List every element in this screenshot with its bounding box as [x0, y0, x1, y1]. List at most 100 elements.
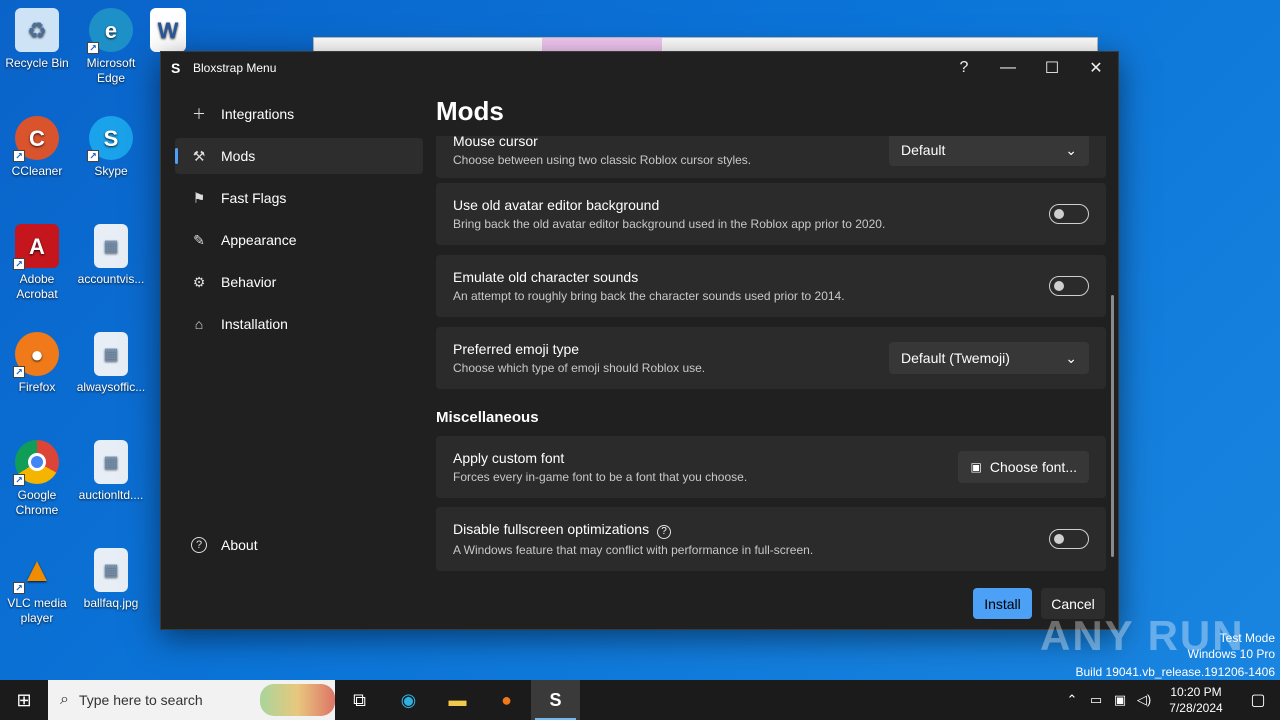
- chrome-icon: ↗: [13, 440, 59, 486]
- firefox-taskbar-icon[interactable]: ●: [482, 680, 531, 720]
- desktop-icon-file[interactable]: ▦ ballfaq.jpg: [74, 548, 148, 611]
- desktop-icon-file[interactable]: ▦ auctionltd....: [74, 440, 148, 503]
- skype-icon: S ↗: [87, 116, 133, 162]
- setting-description: Bring back the old avatar editor backgro…: [453, 217, 886, 231]
- desktop-icon-file[interactable]: ▦ alwaysoffic...: [74, 332, 148, 395]
- os-test-mode: Test Mode: [1219, 631, 1275, 645]
- clock-date: 7/28/2024: [1169, 701, 1223, 715]
- setting-card-emoji-type: Preferred emoji type Choose which type o…: [436, 327, 1106, 389]
- desktop-icon-label: Skype: [94, 164, 128, 178]
- notification-icon[interactable]: ▢: [1236, 690, 1280, 710]
- close-button[interactable]: ✕: [1074, 52, 1118, 84]
- desktop-icon-vlc[interactable]: ▲ ↗ VLC media player: [0, 548, 74, 626]
- setting-description: An attempt to roughly bring back the cha…: [453, 289, 845, 303]
- shortcut-arrow-icon: ↗: [87, 42, 99, 54]
- ccleaner-icon: C ↗: [13, 116, 59, 162]
- choose-font-button[interactable]: ▣ Choose font...: [958, 451, 1089, 483]
- desktop-icon-skype[interactable]: S ↗ Skype: [74, 116, 148, 179]
- character-sounds-toggle[interactable]: [1049, 276, 1089, 296]
- info-icon[interactable]: ?: [656, 525, 671, 539]
- sidebar-item-mods[interactable]: ⚒ Mods: [175, 138, 423, 174]
- desktop-icon-recycle-bin[interactable]: ♻ Recycle Bin: [0, 8, 74, 71]
- windows-start-icon[interactable]: ⊞: [0, 680, 48, 720]
- edge-icon: e ↗: [87, 8, 133, 54]
- desktop-icon-label: VLC media player: [7, 596, 67, 625]
- desktop-icon-word[interactable]: W: [148, 8, 188, 56]
- install-button[interactable]: Install: [973, 588, 1032, 619]
- desktop-icon-file[interactable]: ▦ accountvis...: [74, 224, 148, 287]
- maximize-button[interactable]: ☐: [1030, 52, 1074, 84]
- desktop-icon-label: accountvis...: [77, 272, 145, 286]
- shortcut-arrow-icon: ↗: [13, 474, 25, 486]
- sidebar: ＋ Integrations ⚒ Mods ⚑ Fast Flags ✎ App…: [175, 96, 423, 553]
- setting-title: Mouse cursor: [453, 136, 538, 149]
- shortcut-arrow-icon: ↗: [13, 582, 25, 594]
- desktop-icon-label: Microsoft Edge: [86, 56, 136, 85]
- bloxstrap-taskbar-icon[interactable]: S: [531, 680, 580, 720]
- image-file-icon: ▦: [94, 440, 128, 484]
- mouse-cursor-dropdown[interactable]: Default ⌄: [889, 136, 1089, 166]
- title-bar[interactable]: S Bloxstrap Menu ? — ☐ ✕: [161, 52, 1118, 84]
- dropdown-value: Default (Twemoji): [901, 350, 1010, 366]
- tools-icon: ⚒: [192, 147, 206, 164]
- taskbar-clock[interactable]: 10:20 PM 7/28/2024: [1156, 684, 1236, 716]
- setting-title: Disable fullscreen optimizations ?: [453, 521, 1049, 539]
- sidebar-item-label: Mods: [221, 148, 256, 164]
- sidebar-item-appearance[interactable]: ✎ Appearance: [175, 222, 423, 258]
- desktop-icon-ccleaner[interactable]: C ↗ CCleaner: [0, 116, 74, 179]
- scrollbar-thumb[interactable]: [1111, 295, 1114, 557]
- minimize-button[interactable]: —: [986, 52, 1030, 84]
- setting-title: Apply custom font: [453, 450, 565, 466]
- sidebar-item-integrations[interactable]: ＋ Integrations: [175, 96, 423, 132]
- sidebar-item-about[interactable]: ? About: [175, 527, 423, 563]
- desktop-icon-label: ballfaq.jpg: [83, 596, 139, 610]
- volume-icon[interactable]: ◁): [1132, 692, 1156, 708]
- mods-scroll-area[interactable]: Mouse cursor Choose between using two cl…: [436, 136, 1106, 581]
- desktop-icon-label: alwaysoffic...: [76, 380, 146, 394]
- file-explorer-icon[interactable]: ▬: [433, 680, 482, 720]
- emoji-type-dropdown[interactable]: Default (Twemoji) ⌄: [889, 342, 1089, 374]
- avatar-background-toggle[interactable]: [1049, 204, 1089, 224]
- setting-card-custom-font: Apply custom font Forces every in-game f…: [436, 436, 1106, 498]
- shortcut-arrow-icon: ↗: [87, 150, 99, 162]
- desktop-icon-chrome[interactable]: ↗ Google Chrome: [0, 440, 74, 518]
- clock-time: 10:20 PM: [1170, 685, 1222, 699]
- desktop-icon-label: Adobe Acrobat: [16, 272, 58, 301]
- setting-description: Choose between using two classic Roblox …: [453, 153, 752, 167]
- help-circle-icon: ?: [191, 537, 207, 553]
- help-button[interactable]: ?: [942, 52, 986, 84]
- search-highlight-image: [260, 684, 335, 716]
- desktop-icon-edge[interactable]: e ↗ Microsoft Edge: [74, 8, 148, 86]
- sidebar-item-fast-flags[interactable]: ⚑ Fast Flags: [175, 180, 423, 216]
- desktop-icon-firefox[interactable]: ● ↗ Firefox: [0, 332, 74, 395]
- setting-description: Forces every in-game font to be a font t…: [453, 470, 748, 484]
- sidebar-item-installation[interactable]: ⌂ Installation: [175, 306, 423, 342]
- chevron-up-icon[interactable]: ⌃: [1060, 692, 1084, 708]
- network-icon[interactable]: ▣: [1108, 692, 1132, 708]
- task-view-icon[interactable]: ⧉: [335, 680, 384, 720]
- choose-font-label: Choose font...: [989, 459, 1077, 475]
- sidebar-item-behavior[interactable]: ⚙ Behavior: [175, 264, 423, 300]
- fullscreen-optimizations-toggle[interactable]: [1049, 529, 1089, 549]
- sidebar-item-label: Fast Flags: [221, 190, 287, 206]
- drive-icon: ⌂: [194, 316, 204, 332]
- edge-taskbar-icon[interactable]: ◉: [384, 680, 433, 720]
- desktop-icon-acrobat[interactable]: A ↗ Adobe Acrobat: [0, 224, 74, 302]
- desktop-icon-label: auctionltd....: [78, 488, 144, 502]
- shortcut-arrow-icon: ↗: [13, 258, 25, 270]
- device-icon[interactable]: ▭: [1084, 692, 1108, 708]
- recycle-bin-icon: ♻: [15, 8, 59, 52]
- background-window-tab: [542, 38, 662, 52]
- window-title: Bloxstrap Menu: [193, 61, 277, 75]
- font-file-icon: ▣: [970, 460, 982, 474]
- bloxstrap-logo-icon: S: [171, 60, 181, 76]
- paint-brush-icon: ✎: [193, 231, 205, 248]
- taskbar-search-box[interactable]: ⌕ Type here to search: [48, 680, 335, 720]
- gear-icon: ⚙: [192, 273, 206, 290]
- setting-description: Choose which type of emoji should Roblox…: [453, 361, 706, 375]
- desktop-icon-label: Recycle Bin: [5, 56, 69, 70]
- setting-title: Use old avatar editor background: [453, 197, 660, 213]
- taskbar: ⊞ ⌕ Type here to search ⧉ ◉ ▬ ● S ⌃ ▭ ▣ …: [0, 680, 1280, 720]
- setting-card-mouse-cursor: Mouse cursor Choose between using two cl…: [436, 136, 1106, 178]
- setting-description: A Windows feature that may conflict with…: [453, 543, 814, 557]
